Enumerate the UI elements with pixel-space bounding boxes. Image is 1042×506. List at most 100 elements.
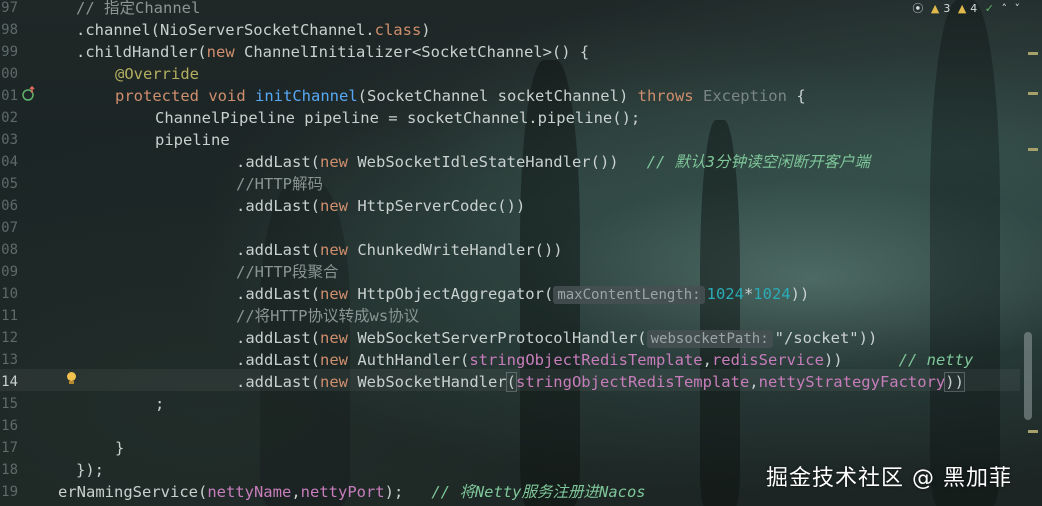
code-line-09: //HTTP段聚合 — [236, 261, 339, 283]
string-literal: "/socket" — [774, 329, 859, 347]
method-name: initChannel — [255, 87, 358, 105]
editor-scrollbar[interactable] — [1020, 0, 1042, 506]
code-line-01: protected void initChannel(SocketChannel… — [115, 85, 806, 107]
code-token: .childHandler( — [76, 43, 207, 61]
code-token: WebSocketServerProtocolHandler( — [348, 329, 647, 347]
keyword: new — [320, 373, 348, 391]
line-number: 18 — [1, 462, 18, 478]
code-line-08: .addLast(new ChunkedWriteHandler()) — [236, 239, 563, 261]
code-token: .addLast( — [236, 285, 320, 303]
line-number: 06 — [1, 198, 18, 214]
code-token: ChannelPipeline pipeline = socketChannel… — [155, 109, 641, 127]
code-token: }); — [76, 461, 104, 479]
keyword: void — [208, 87, 246, 105]
comment: //HTTP解码 — [236, 175, 323, 193]
code-line-97: // 指定Channel — [76, 0, 200, 19]
weak-warnings-count: 4 — [970, 2, 978, 15]
code-line-00: @Override — [115, 63, 199, 85]
parameter-hint: maxContentLength: — [553, 286, 705, 304]
code-token: ( — [506, 373, 516, 391]
code-line-04: .addLast(new WebSocketIdleStateHandler()… — [236, 151, 870, 173]
inspection-widget[interactable]: ⦿ ▲ 3 ▲ 4 ✓ ˄ ˅ — [908, 0, 1020, 15]
intention-bulb-icon[interactable] — [66, 372, 76, 384]
field-reference: redisService — [711, 351, 824, 369]
code-token: HttpObjectAggregator( — [348, 285, 554, 303]
line-number: 01 — [1, 88, 18, 104]
line-number: 05 — [1, 176, 18, 192]
code-line-19: erNamingService(nettyName,nettyPort); //… — [58, 481, 646, 503]
code-token: ChannelInitializer<SocketChannel>() { — [234, 43, 590, 61]
line-number: 11 — [1, 308, 18, 324]
keyword: class — [374, 21, 422, 39]
code-token: .addLast( — [236, 153, 320, 171]
line-number: 07 — [1, 220, 18, 236]
line-number: 97 — [1, 0, 18, 16]
code-token: )) — [945, 373, 964, 391]
comment: // 默认3分钟读空闲断开客户端 — [646, 153, 870, 171]
code-line-18: }); — [76, 459, 104, 481]
code-token: HttpServerCodec()) — [348, 197, 526, 215]
scrollbar-thumb[interactable] — [1024, 332, 1032, 420]
line-number: 00 — [1, 66, 18, 82]
code-token: Exception — [702, 87, 787, 105]
code-token: .addLast( — [236, 373, 320, 391]
code-line-98: .channel(NioServerSocketChannel.class) — [76, 19, 431, 41]
keyword: throws — [637, 87, 694, 105]
keyword: new — [320, 197, 348, 215]
line-number: 16 — [1, 418, 18, 434]
code-token: .addLast( — [236, 241, 320, 259]
override-gutter-icon[interactable] — [21, 85, 37, 105]
code-line-06: .addLast(new HttpServerCodec()) — [236, 195, 525, 217]
code-token: ); — [384, 483, 404, 501]
code-line-05: //HTTP解码 — [236, 173, 323, 195]
code-token: erNamingService( — [58, 483, 208, 501]
inspection-check-icon: ✓ — [984, 2, 994, 15]
code-line-14: .addLast(new WebSocketHandler(stringObje… — [236, 371, 964, 393]
watermark: 掘金技术社区 @ 黑加菲 — [766, 466, 1012, 491]
code-line-15: ; — [155, 393, 164, 415]
line-number: 19 — [1, 484, 18, 500]
field-reference: nettyStrategyFactory — [758, 373, 946, 391]
code-token: ; — [155, 395, 165, 413]
code-token: * — [743, 285, 754, 303]
code-token: { — [786, 87, 806, 105]
code-line-10: .addLast(new HttpObjectAggregator(maxCon… — [236, 283, 809, 305]
line-number: 04 — [1, 154, 18, 170]
keyword: new — [320, 241, 348, 259]
keyword: new — [320, 351, 348, 369]
keyword: protected — [115, 87, 199, 105]
code-token: .addLast( — [236, 197, 320, 215]
scroll-marker[interactable] — [1028, 148, 1038, 151]
code-token: } — [115, 439, 125, 457]
comment: // 指定Channel — [76, 0, 201, 17]
scroll-marker[interactable] — [1028, 92, 1038, 95]
code-token: , — [291, 483, 301, 501]
line-number: 08 — [1, 242, 18, 258]
field-reference: nettyName — [207, 483, 292, 501]
number-literal: 1024 — [753, 285, 791, 303]
code-line-02: ChannelPipeline pipeline = socketChannel… — [155, 107, 640, 129]
code-token: .addLast( — [236, 351, 320, 369]
line-number: 99 — [1, 44, 18, 60]
inspection-toggle-icon[interactable]: ⦿ — [912, 2, 923, 15]
warnings-count: 3 — [943, 2, 951, 15]
comment: //HTTP段聚合 — [236, 263, 339, 281]
code-token: )) — [790, 285, 810, 303]
line-number: 13 — [1, 352, 18, 368]
parameter-hint: websocketPath: — [646, 330, 773, 348]
code-token: , — [749, 373, 759, 391]
keyword: new — [206, 43, 235, 61]
code-token: ChunkedWriteHandler()) — [348, 241, 563, 259]
code-token: pipeline — [155, 131, 230, 149]
comment: // 将Netty服务注册进Nacos — [431, 483, 646, 501]
field-reference: nettyPort — [300, 483, 385, 501]
code-token: AuthHandler( — [348, 351, 470, 369]
code-token: .addLast( — [236, 329, 320, 347]
field-reference: stringObjectRedisTemplate — [515, 373, 750, 391]
code-line-17: } — [115, 437, 124, 459]
code-line-03: pipeline — [155, 129, 230, 151]
scroll-marker[interactable] — [1028, 52, 1038, 55]
scroll-marker[interactable] — [1028, 430, 1038, 433]
chevron-up-icon[interactable]: ˄ — [1002, 2, 1008, 15]
line-number-current: 14 — [1, 374, 18, 390]
